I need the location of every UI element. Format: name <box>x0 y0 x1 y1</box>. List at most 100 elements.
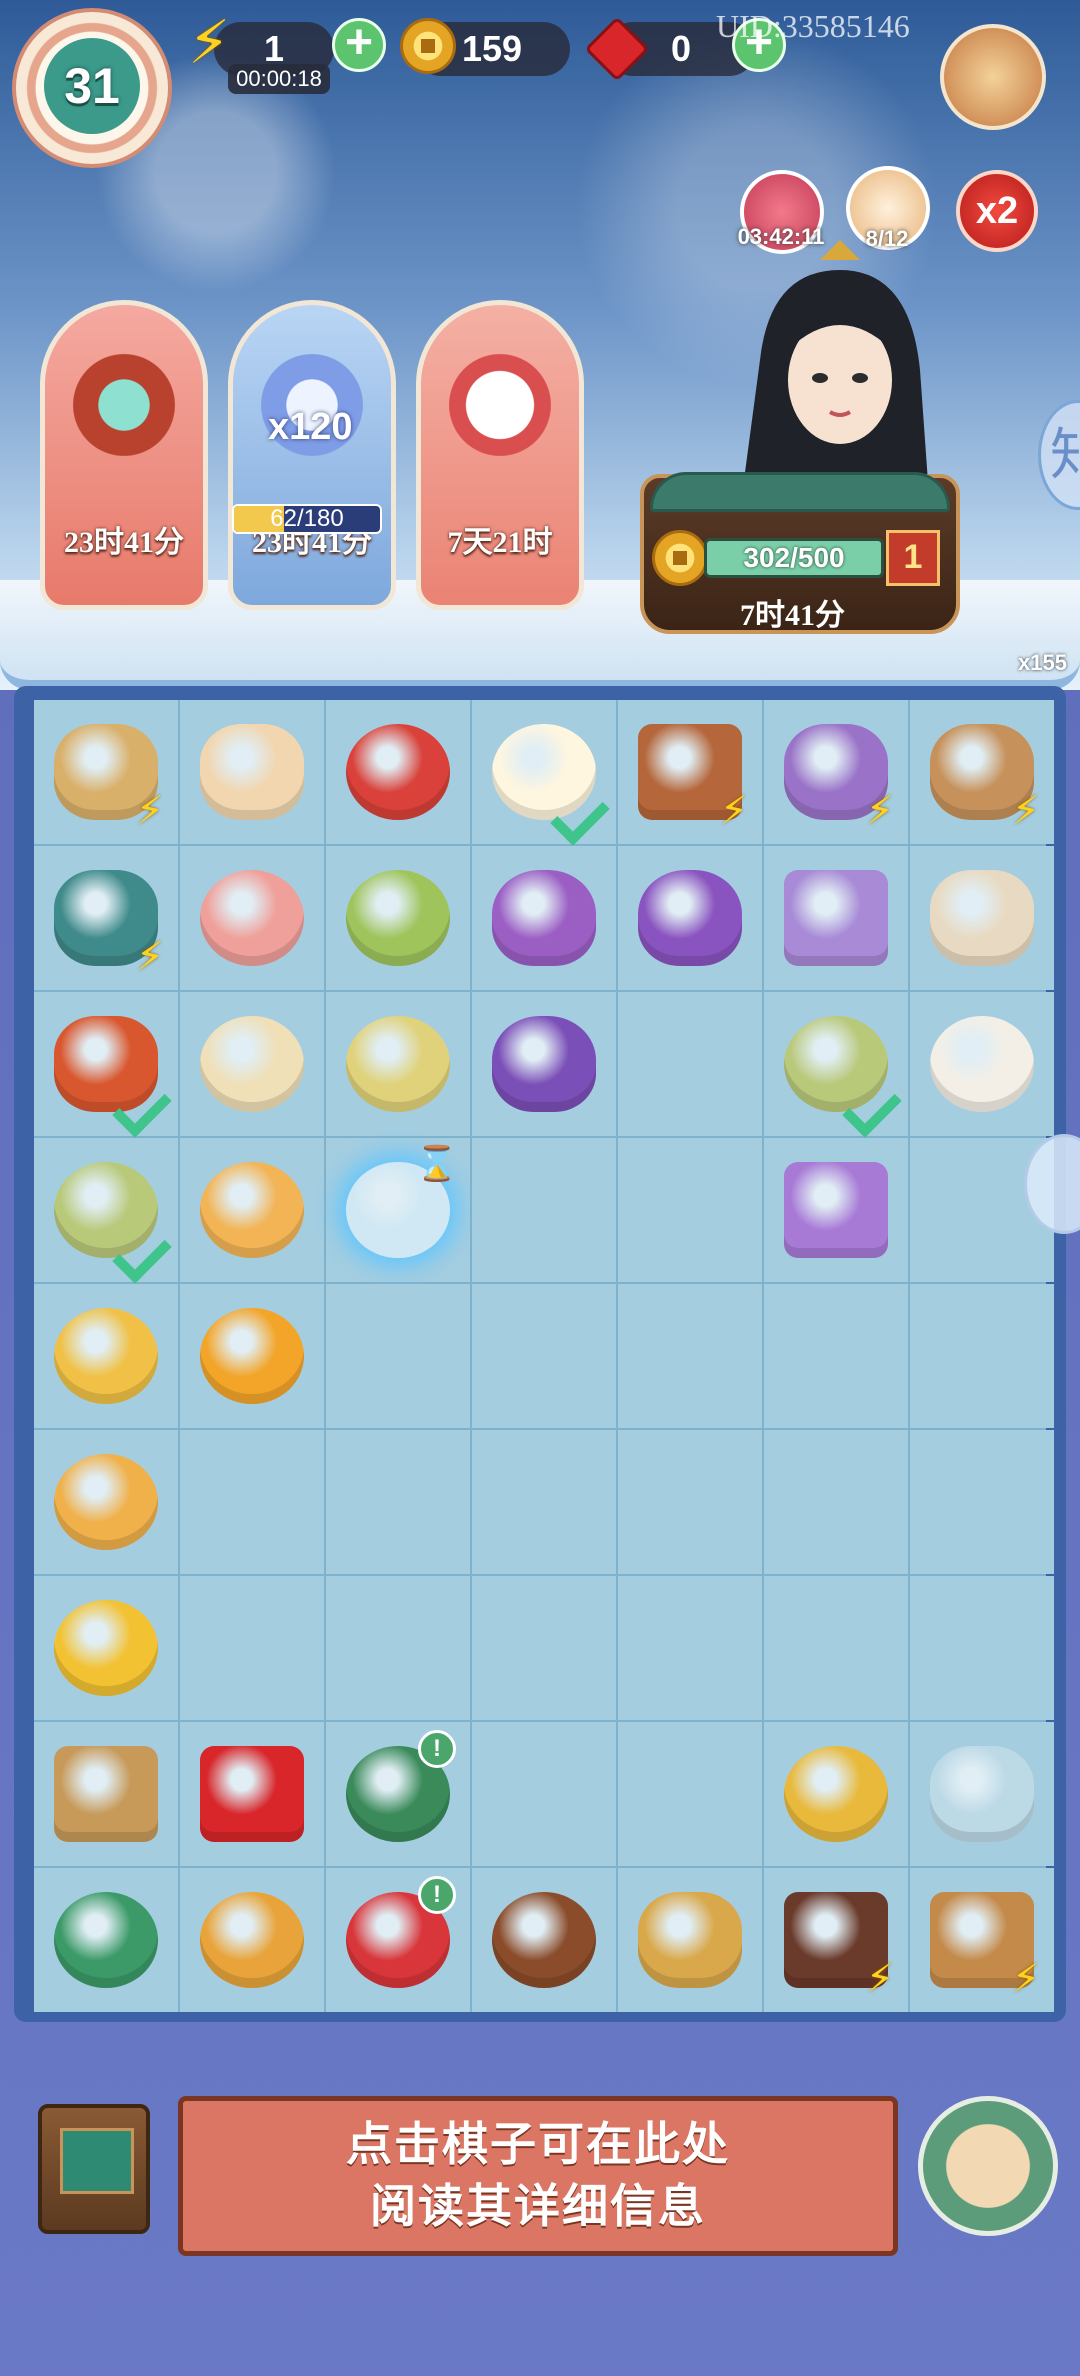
board-cell[interactable] <box>618 1430 762 1574</box>
board-cell[interactable] <box>180 1576 324 1720</box>
board-cell[interactable] <box>472 1576 616 1720</box>
gold-coins-item[interactable] <box>54 1600 158 1696</box>
watermelon-item[interactable] <box>346 724 450 820</box>
board-cell[interactable] <box>472 1138 616 1282</box>
board-cell[interactable] <box>34 1868 178 2012</box>
board-cell[interactable] <box>34 1138 178 1282</box>
double-reward-button[interactable]: x2 <box>956 170 1038 252</box>
board-cell[interactable]: ⚡ <box>910 700 1054 844</box>
board-cell[interactable] <box>472 846 616 990</box>
gold-gourd-item[interactable] <box>200 1892 304 1988</box>
green-gourd-item[interactable] <box>54 1892 158 1988</box>
gold-ring-item[interactable] <box>784 1746 888 1842</box>
board-cell[interactable] <box>180 1722 324 1866</box>
red-gem-item[interactable] <box>200 1746 304 1842</box>
board-cell[interactable] <box>618 1284 762 1428</box>
fox-event-card[interactable]: 7天21时 <box>416 300 584 610</box>
board-cell[interactable]: ⌛ <box>326 1138 470 1282</box>
folded-silk-item[interactable] <box>784 1162 888 1258</box>
board-cell[interactable]: ⚡ <box>764 1868 908 2012</box>
board-cell[interactable]: ⚡ <box>910 1868 1054 2012</box>
purple-purse-item[interactable] <box>638 870 742 966</box>
rice-rolls-item[interactable] <box>200 724 304 820</box>
mung-bean-soup-item[interactable] <box>346 870 450 966</box>
board-cell[interactable] <box>180 992 324 1136</box>
rice-porridge-item[interactable] <box>200 1016 304 1112</box>
porcelain-cup-item[interactable] <box>54 1454 158 1550</box>
board-cell[interactable] <box>764 1430 908 1574</box>
board-cell[interactable] <box>618 992 762 1136</box>
board-cell[interactable] <box>764 1576 908 1720</box>
board-cell[interactable] <box>910 1722 1054 1866</box>
board-cell[interactable] <box>764 1284 908 1428</box>
board-cell[interactable] <box>180 1284 324 1428</box>
jade-pendant-item[interactable] <box>930 1746 1034 1842</box>
board-cell[interactable] <box>472 992 616 1136</box>
board-cell[interactable] <box>764 992 908 1136</box>
board-cell[interactable] <box>326 846 470 990</box>
board-cell[interactable] <box>472 700 616 844</box>
board-cell[interactable]: ⚡ <box>618 700 762 844</box>
player-level-badge[interactable]: 31 <box>12 8 172 168</box>
board-cell[interactable] <box>472 1722 616 1866</box>
board-cell[interactable] <box>764 1138 908 1282</box>
board-cell[interactable] <box>34 1576 178 1720</box>
lotus-pouch-item[interactable] <box>492 1016 596 1112</box>
board-cell[interactable] <box>910 1284 1054 1428</box>
board-cell[interactable] <box>180 1868 324 2012</box>
lantern-shop-button[interactable] <box>940 24 1046 130</box>
add-energy-button[interactable]: + <box>332 18 386 72</box>
board-cell[interactable] <box>472 1430 616 1574</box>
board-cell[interactable] <box>618 1138 762 1282</box>
shrine-timer: 7时41分 <box>740 599 845 632</box>
board-cell[interactable] <box>326 1576 470 1720</box>
crystal-progress-text: 62/180 <box>270 505 344 532</box>
blue-tea-cup-item[interactable] <box>54 1308 158 1404</box>
lightning-icon: ⚡ <box>865 1957 894 2001</box>
purple-pouch-item[interactable] <box>492 870 596 966</box>
board-cell[interactable] <box>618 846 762 990</box>
board-cell[interactable] <box>764 1722 908 1866</box>
board-cell[interactable] <box>326 1284 470 1428</box>
peach-bun-item[interactable] <box>200 870 304 966</box>
board-cell[interactable] <box>618 1868 762 2012</box>
tea-box-item[interactable] <box>54 1746 158 1842</box>
chrysanthemum-tea-item[interactable] <box>200 1308 304 1404</box>
board-cell[interactable] <box>326 1430 470 1574</box>
board-cell[interactable] <box>180 1138 324 1282</box>
green-tea-bowl-item[interactable] <box>346 1016 450 1112</box>
board-cell[interactable] <box>180 846 324 990</box>
board-cell[interactable]: ! <box>326 1868 470 2012</box>
brush-and-scrolls-item[interactable] <box>638 1892 742 1988</box>
board-cell[interactable] <box>910 992 1054 1136</box>
board-cell[interactable] <box>472 1868 616 2012</box>
board-cell[interactable] <box>34 1284 178 1428</box>
board-cell[interactable] <box>180 700 324 844</box>
board-cell[interactable] <box>910 846 1054 990</box>
crystal-event-card[interactable]: 23时41分 <box>228 300 396 610</box>
silk-scroll-item[interactable] <box>784 870 888 966</box>
board-cell[interactable]: ! <box>326 1722 470 1866</box>
bird-nest-item[interactable] <box>492 1892 596 1988</box>
cotton-basket-item[interactable] <box>930 1016 1034 1112</box>
cotton-spindle-item[interactable] <box>930 870 1034 966</box>
board-cell[interactable] <box>34 1722 178 1866</box>
board-cell[interactable]: ⚡ <box>34 700 178 844</box>
board-cell[interactable] <box>326 700 470 844</box>
board-cell[interactable] <box>180 1430 324 1574</box>
board-cell[interactable] <box>618 1722 762 1866</box>
board-cell[interactable] <box>764 846 908 990</box>
board-cell[interactable]: ⚡ <box>764 700 908 844</box>
drum-event-card[interactable]: 23时41分 <box>40 300 208 610</box>
board-cell[interactable] <box>326 992 470 1136</box>
empty-porcelain-cup-item[interactable] <box>200 1162 304 1258</box>
board-cell[interactable]: ⚡ <box>34 846 178 990</box>
board-cell[interactable] <box>34 1430 178 1574</box>
board-cell[interactable] <box>34 992 178 1136</box>
board-cell[interactable] <box>472 1284 616 1428</box>
storage-cabinet-button[interactable] <box>38 2104 150 2234</box>
pavilion-button[interactable] <box>918 2096 1058 2236</box>
board-cell[interactable] <box>618 1576 762 1720</box>
board-cell[interactable] <box>910 1576 1054 1720</box>
board-cell[interactable] <box>910 1430 1054 1574</box>
